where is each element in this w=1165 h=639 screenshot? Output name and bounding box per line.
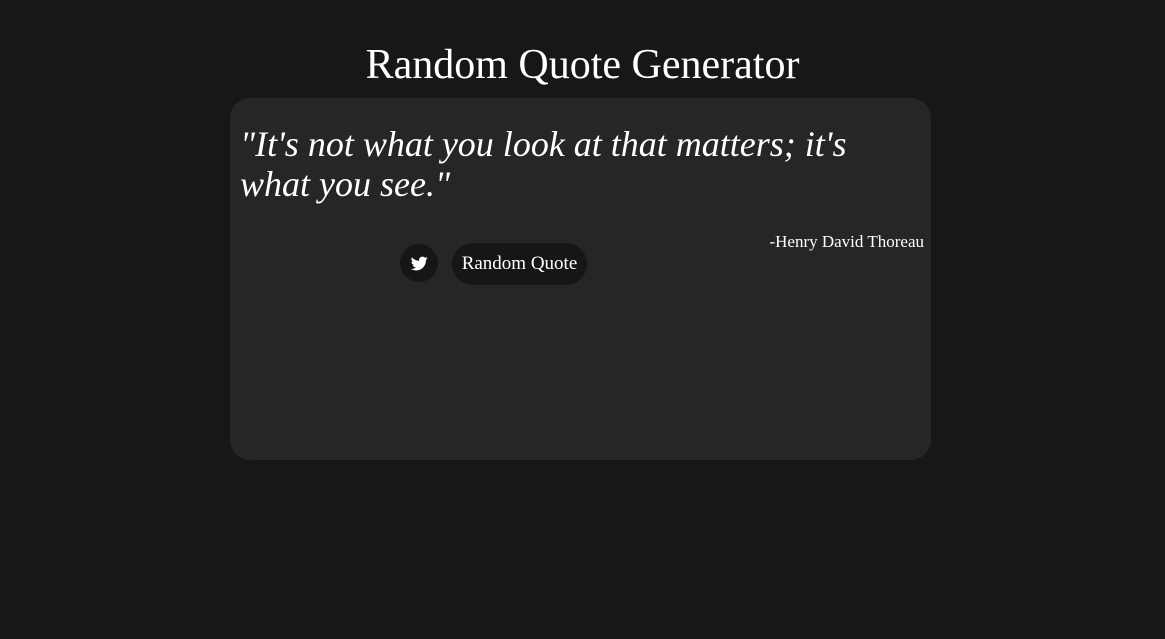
quote-author: -Henry David Thoreau: [769, 232, 924, 251]
page: Random Quote Generator "It's not what yo…: [0, 0, 1165, 639]
page-title: Random Quote Generator: [365, 42, 800, 88]
quote-text: "It's not what you look at that matters;…: [240, 124, 847, 204]
random-quote-button[interactable]: Random Quote: [452, 243, 587, 285]
tweet-button[interactable]: [400, 244, 438, 282]
twitter-icon: [410, 255, 428, 272]
quote-card: "It's not what you look at that matters;…: [230, 98, 931, 460]
